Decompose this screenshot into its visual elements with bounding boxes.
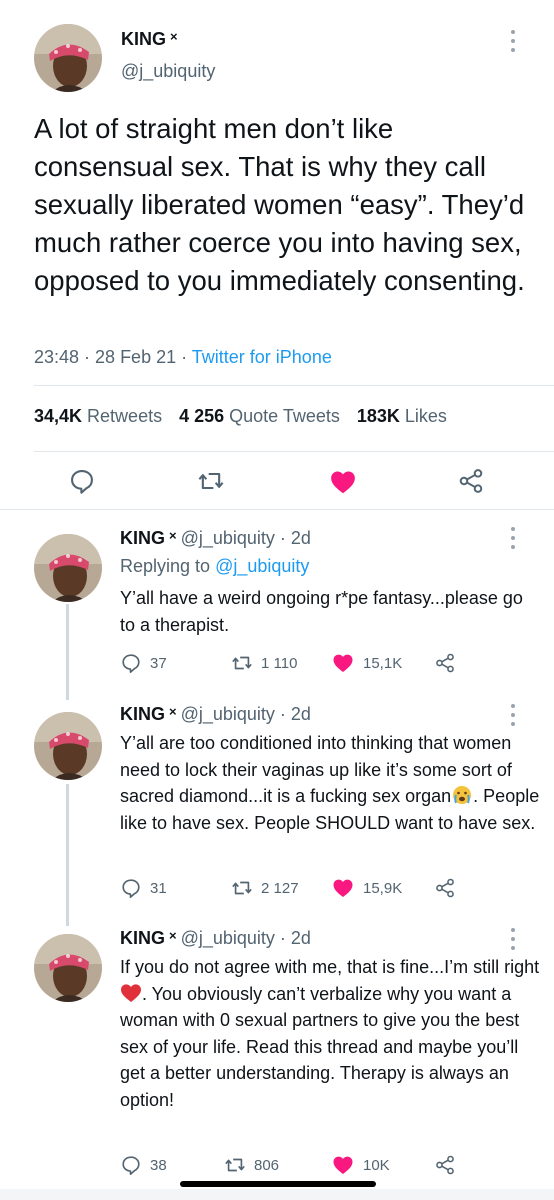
main-handle[interactable]: @j_ubiquity [121,61,215,82]
retweet-count: 806 [254,1156,280,1174]
retweets-label: Retweets [87,406,163,426]
like-count: 10K [363,1156,390,1174]
replying-to: Replying to @j_ubiquity [120,556,309,577]
home-indicator[interactable] [180,1181,376,1187]
likes-stat[interactable]: 183K Likes [357,406,447,427]
main-display-name[interactable]: KING × [121,29,178,50]
reply-count: 37 [150,654,167,672]
reply-actions: 31 2 127 15,9K [120,876,540,900]
reply-tweet[interactable]: KING × @j_ubiquity · 2d Replying to @j_ubi… [0,528,554,678]
reply-reply-button[interactable]: 31 [120,876,167,900]
divider [34,385,554,386]
reply-display-name[interactable]: KING [120,928,165,948]
main-tweet-text: A lot of straight men don’t like consens… [34,113,525,296]
reply-tweet[interactable]: KING × @j_ubiquity · 2d If you do not agre… [0,928,554,1178]
reply-reply-button[interactable]: 37 [120,651,167,675]
name-mark: × [169,928,177,943]
reply-share-button[interactable] [434,651,456,675]
reply-handle-time: @j_ubiquity · 2d [180,528,311,548]
quotes-stat[interactable]: 4 256 Quote Tweets [179,406,340,427]
tweet-stats: 34,4K Retweets 4 256 Quote Tweets 183K Like… [34,406,447,427]
reply-handle-time: @j_ubiquity · 2d [180,928,311,948]
reply-display-name[interactable]: KING [120,528,165,548]
more-options-icon[interactable] [508,928,518,950]
reply-count: 31 [150,879,167,897]
reply-actions: 38 806 10K [120,1153,540,1177]
retweet-count: 1 110 [261,654,298,672]
tweet-meta: 23:48 · 28 Feb 21 · Twitter for iPhone [34,347,332,368]
quotes-label: Quote Tweets [229,406,340,426]
likes-label: Likes [404,406,447,426]
quotes-count: 4 256 [179,406,225,426]
reply-header: KING × @j_ubiquity · 2d [120,528,311,549]
likes-count: 183K [356,406,400,426]
reply-count: 38 [150,1156,167,1174]
divider [0,509,554,510]
reply-retweet-button[interactable]: 2 127 [231,876,299,900]
reply-icon[interactable] [68,467,96,500]
tweet-source[interactable]: Twitter for iPhone [192,347,332,367]
reply-text-part: . You obviously can’t verbalize why you … [120,983,520,1110]
more-options-icon[interactable] [508,527,518,549]
reply-share-button[interactable] [434,1153,456,1177]
reply-like-button[interactable]: 10K [331,1153,390,1177]
retweets-count: 34,4K [34,406,83,426]
name-mark: × [169,528,177,543]
reply-display-name[interactable]: KING [120,704,165,724]
liked-heart-icon[interactable] [328,467,358,502]
name-mark: × [169,704,177,719]
red-heart-emoji [121,983,141,1002]
reply-reply-button[interactable]: 38 [120,1153,167,1177]
bottom-edge [0,1189,554,1200]
reply-handle-time: @j_ubiquity · 2d [180,704,311,724]
name-mark: × [170,29,178,44]
display-name-text: KING [121,29,166,49]
reply-text: If you do not agree with me, that is fin… [120,954,540,1113]
main-avatar[interactable] [34,24,102,92]
retweets-stat[interactable]: 34,4K Retweets [34,406,162,427]
reply-share-button[interactable] [434,876,456,900]
divider [34,451,554,452]
share-icon[interactable] [457,467,485,500]
reply-retweet-button[interactable]: 806 [224,1153,279,1177]
more-options-icon[interactable] [508,704,518,726]
reply-actions: 37 1 110 15,1K [120,651,540,675]
reply-text: Y’all are too conditioned into thinking … [120,730,540,836]
reply-text-part: If you do not agree with me, that is fin… [120,957,540,977]
replying-to-mention[interactable]: @j_ubiquity [215,556,309,576]
reply-retweet-button[interactable]: 1 110 [231,651,297,675]
reply-text: Y’all have a weird ongoing r*pe fantasy.… [120,588,523,635]
reply-header: KING × @j_ubiquity · 2d [120,704,311,725]
reply-like-button[interactable]: 15,1K [331,651,402,675]
like-count: 15,9K [363,879,403,897]
reply-tweet[interactable]: KING × @j_ubiquity · 2d Y’all are too cond… [0,704,554,904]
crying-face-emoji [453,786,472,804]
reply-header: KING × @j_ubiquity · 2d [120,928,311,949]
more-options-icon[interactable] [508,30,518,52]
retweet-count: 2 127 [261,879,299,897]
replying-prefix: Replying to [120,556,216,576]
like-count: 15,1K [363,654,403,672]
reply-like-button[interactable]: 15,9K [331,876,402,900]
retweet-icon[interactable] [197,467,225,500]
tweet-time: 23:48 · 28 Feb 21 · [34,347,192,367]
